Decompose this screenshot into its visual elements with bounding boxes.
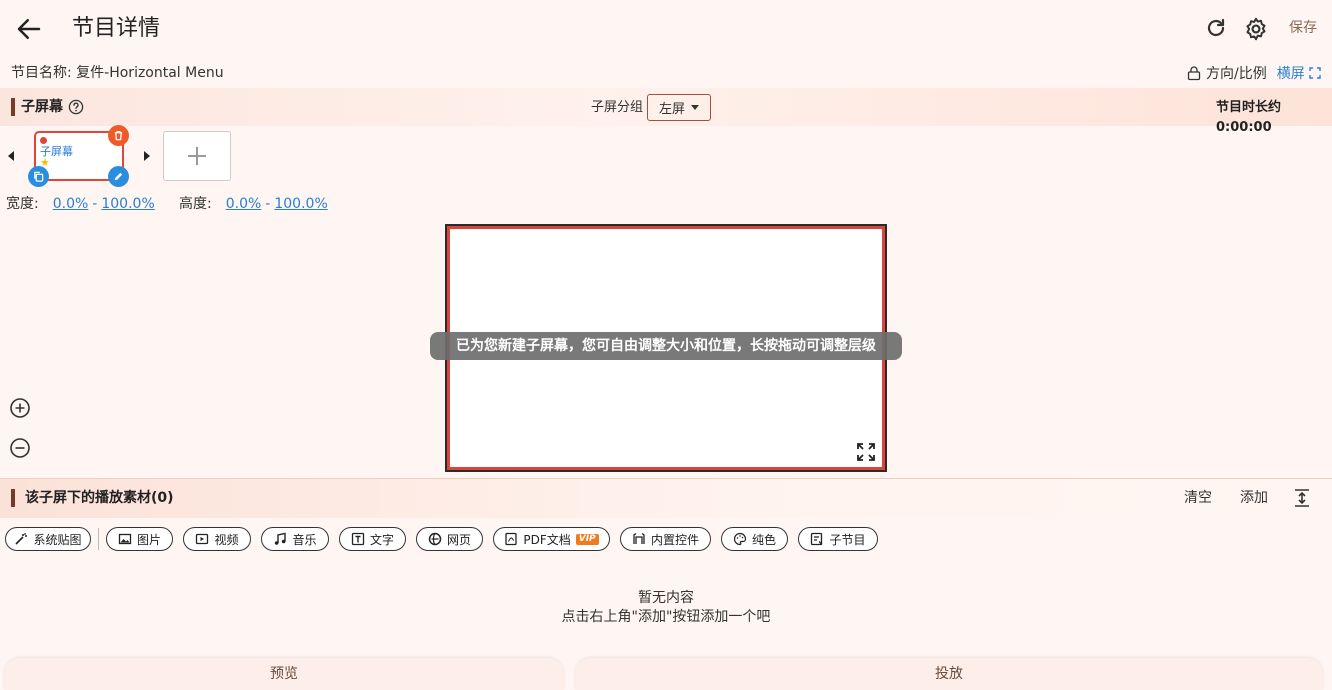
text-icon: [351, 532, 365, 546]
width-range: 宽度: 0.0% - 100.0%: [6, 194, 155, 214]
magic-wand-icon: [15, 532, 28, 545]
image-icon: [118, 533, 132, 545]
trash-icon: [114, 131, 123, 141]
expand-icon: [1309, 67, 1321, 79]
chip-label: 纯色: [751, 532, 776, 547]
pencil-icon: [114, 172, 123, 181]
subprogram-icon: [811, 532, 823, 546]
empty-state-title: 暂无内容: [638, 590, 694, 606]
add-button[interactable]: 添加: [1240, 488, 1268, 508]
zoom-out-icon[interactable]: [9, 437, 31, 459]
music-icon: [275, 532, 287, 545]
gear-icon[interactable]: [1243, 16, 1269, 42]
chip-label: 内置控件: [650, 532, 699, 547]
chip-label: 系统贴图: [33, 532, 82, 547]
pdf-icon: [505, 532, 517, 546]
next-arrow-icon[interactable]: [144, 151, 150, 161]
video-icon: [196, 533, 209, 545]
program-duration: 节目时长约 0:00:00: [1216, 100, 1282, 135]
height-from-link[interactable]: 0.0%: [226, 194, 262, 214]
width-to-link[interactable]: 100.0%: [101, 194, 154, 214]
chip-label: 音乐: [292, 532, 317, 547]
chip-subprogram[interactable]: 子节目: [798, 527, 878, 551]
cast-button[interactable]: 投放: [575, 658, 1323, 690]
zoom-in-icon[interactable]: [9, 397, 31, 419]
chip-solid-color[interactable]: 纯色: [721, 527, 788, 551]
chip-label: PDF文档: [523, 532, 571, 547]
orientation-control[interactable]: 方向/比例 横屏: [1186, 63, 1321, 83]
chip-divider: [98, 528, 99, 550]
add-subscreen-button[interactable]: [163, 131, 231, 181]
program-name: 节目名称: 复件-Horizontal Menu: [11, 65, 224, 81]
group-select[interactable]: 左屏: [647, 94, 711, 121]
subscreen-title: 子屏幕: [21, 99, 63, 115]
lock-icon: [1187, 66, 1201, 81]
chip-video[interactable]: 视频: [183, 527, 251, 551]
widget-icon: [633, 532, 645, 544]
height-to-link[interactable]: 100.0%: [274, 194, 327, 214]
page-title: 节目详情: [72, 16, 161, 41]
orientation-value[interactable]: 横屏: [1277, 63, 1305, 83]
delete-subscreen-button[interactable]: [108, 125, 129, 146]
height-range-separator: -: [265, 196, 271, 212]
web-icon: [428, 532, 442, 546]
palette-icon: [733, 532, 747, 546]
active-dot: [40, 137, 47, 144]
width-range-separator: -: [92, 196, 98, 212]
empty-state-hint: 点击右上角"添加"按钮添加一个吧: [561, 609, 771, 625]
group-label: 子屏分组: [591, 100, 644, 115]
chip-system-sticker[interactable]: 系统贴图: [5, 527, 91, 551]
chip-text[interactable]: 文字: [339, 527, 406, 551]
chip-builtin-widget[interactable]: 内置控件: [620, 527, 711, 551]
fullscreen-icon[interactable]: [855, 441, 877, 463]
chip-label: 网页: [446, 532, 471, 547]
edit-subscreen-button[interactable]: [108, 166, 129, 187]
chip-label: 视频: [214, 532, 239, 547]
collapse-icon[interactable]: [1291, 487, 1313, 509]
back-arrow-icon[interactable]: [14, 14, 44, 44]
chip-label: 图片: [136, 532, 161, 547]
width-from-link[interactable]: 0.0%: [53, 194, 89, 214]
section-marker: [11, 98, 15, 116]
vip-badge: VIP: [575, 533, 599, 545]
toast-message: 已为您新建子屏幕，您可自由调整大小和位置，长按拖动可调整层级: [430, 332, 902, 360]
orientation-label: 方向/比例: [1206, 66, 1267, 82]
materials-title: 该子屏下的播放素材(0): [25, 490, 174, 506]
copy-subscreen-button[interactable]: [28, 166, 49, 187]
clear-button[interactable]: 清空: [1184, 488, 1212, 508]
width-label: 宽度:: [6, 196, 39, 212]
preview-button[interactable]: 预览: [4, 658, 564, 690]
height-label: 高度:: [179, 196, 212, 212]
save-button[interactable]: 保存: [1289, 18, 1317, 38]
chip-label: 子节目: [829, 532, 866, 547]
refresh-icon[interactable]: [1204, 16, 1228, 40]
section-marker: [11, 489, 15, 507]
chip-web[interactable]: 网页: [416, 527, 483, 551]
copy-icon: [34, 171, 44, 182]
chip-image[interactable]: 图片: [106, 527, 173, 551]
chevron-down-icon: [691, 105, 699, 110]
height-range: 高度: 0.0% - 100.0%: [179, 194, 328, 214]
chip-music[interactable]: 音乐: [261, 527, 329, 551]
help-icon[interactable]: [68, 99, 84, 115]
group-select-value: 左屏: [658, 102, 685, 117]
chip-pdf[interactable]: PDF文档 VIP: [493, 527, 610, 551]
plus-icon: [188, 147, 206, 165]
prev-arrow-icon[interactable]: [8, 151, 14, 161]
top-bar: [0, 0, 1332, 58]
chip-label: 文字: [369, 532, 394, 547]
materials-header: [0, 478, 1332, 518]
